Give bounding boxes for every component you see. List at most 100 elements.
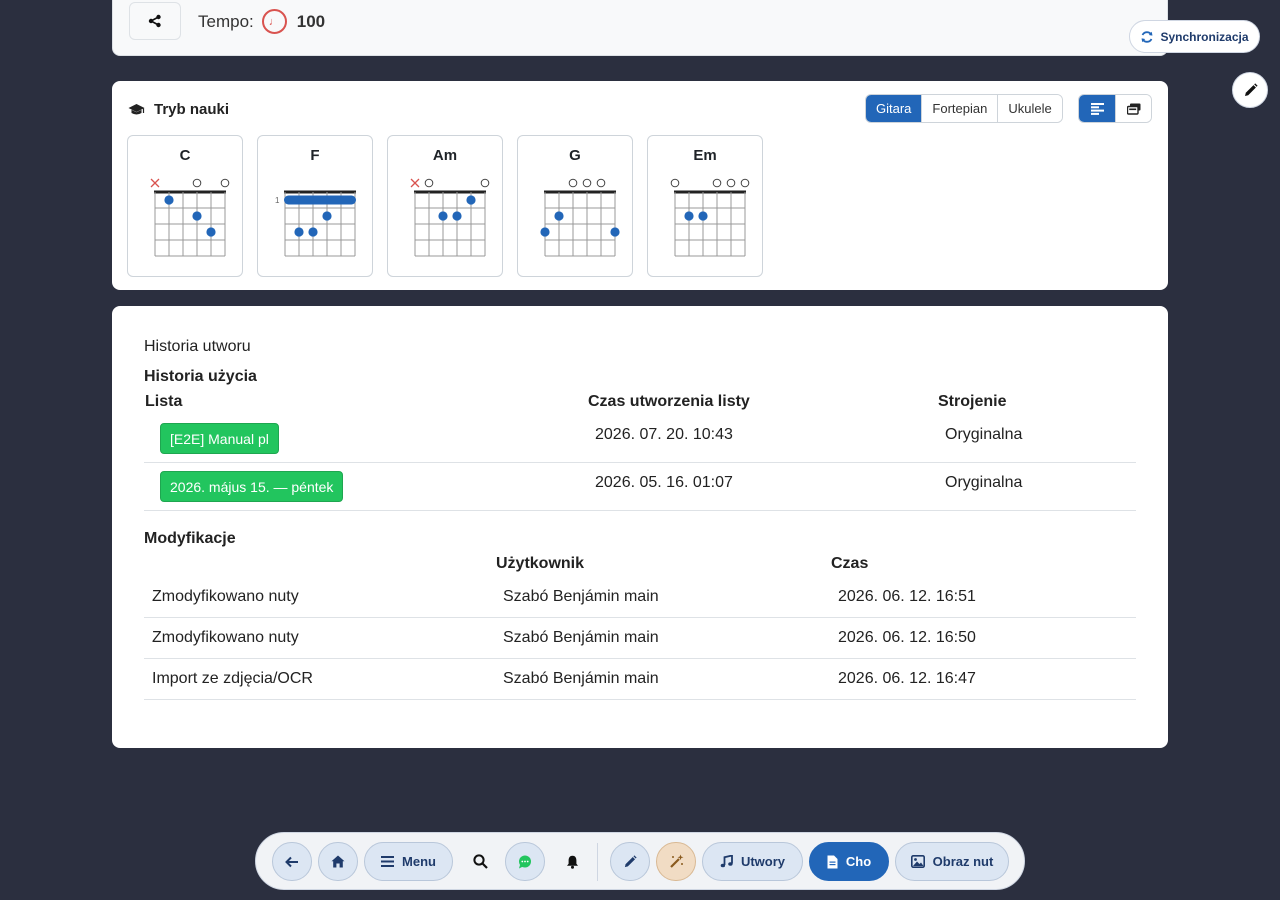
mod-time: 2026. 06. 12. 16:47 xyxy=(838,670,976,687)
chord-diagram: 1 xyxy=(275,190,356,257)
mod-time: 2026. 06. 12. 16:51 xyxy=(838,588,976,605)
chat-button[interactable] xyxy=(505,842,545,881)
tempo-display: Tempo: ♩ 100 xyxy=(198,9,325,34)
finger-dot xyxy=(206,227,216,237)
tab-guitar[interactable]: Gitara xyxy=(866,95,922,122)
learning-mode-card: Tryb nauki Gitara Fortepian Ukulele CF1A… xyxy=(112,81,1168,290)
setlist-badge[interactable]: 2026. május 15. — péntek xyxy=(160,471,344,502)
view-cards-button[interactable] xyxy=(1115,95,1151,122)
muted-string-marker xyxy=(150,178,160,188)
toolbar-divider xyxy=(597,843,598,881)
usage-time: 2026. 05. 16. 01:07 xyxy=(595,474,733,491)
songs-label: Utwory xyxy=(740,854,786,869)
open-string-marker xyxy=(726,178,736,188)
chord-card[interactable]: F1 xyxy=(257,135,373,277)
chord-diagram xyxy=(540,178,620,257)
setlist-badge[interactable]: [E2E] Manual pl xyxy=(160,423,279,454)
chord-name: Em xyxy=(693,147,717,164)
history-title: Historia utworu xyxy=(144,338,251,355)
bottom-toolbar: Menu Utwory Cho Obraz nut xyxy=(255,832,1025,890)
menu-label: Menu xyxy=(402,854,436,869)
search-icon xyxy=(472,854,488,869)
usage-tuning: Oryginalna xyxy=(945,474,1023,491)
usage-time: 2026. 07. 20. 10:43 xyxy=(595,426,733,443)
mod-action: Zmodyfikowano nuty xyxy=(152,588,299,605)
bell-icon xyxy=(566,855,578,869)
menu-button[interactable]: Menu xyxy=(364,842,453,881)
sync-label: Synchronizacja xyxy=(1160,29,1249,44)
open-string-marker xyxy=(568,178,578,188)
tempo-value: 100 xyxy=(296,11,326,31)
chord-card[interactable]: G xyxy=(517,135,633,277)
tempo-label: Tempo: xyxy=(198,11,254,31)
share-button[interactable] xyxy=(129,2,181,40)
tab-ukulele[interactable]: Ukulele xyxy=(997,95,1062,122)
finger-dot xyxy=(308,227,318,237)
chord-diagram xyxy=(670,178,750,257)
pencil-icon xyxy=(624,854,637,867)
finger-dot xyxy=(698,211,708,221)
finger-dot xyxy=(554,211,564,221)
open-string-marker xyxy=(712,178,722,188)
chord-diagram xyxy=(150,178,230,257)
song-history-card: Historia utworu Historia użycia Lista Cz… xyxy=(112,306,1168,748)
songs-button[interactable]: Utwory xyxy=(702,842,803,881)
home-icon xyxy=(331,855,345,868)
music-icon xyxy=(720,855,733,868)
open-string-marker xyxy=(480,178,490,188)
finger-dot xyxy=(540,227,550,237)
open-string-marker xyxy=(582,178,592,188)
magic-wand-icon xyxy=(669,854,683,868)
edit-fab-button[interactable] xyxy=(1232,72,1268,108)
open-string-marker xyxy=(424,178,434,188)
cho-button[interactable]: Cho xyxy=(809,842,889,881)
sync-button[interactable]: Synchronizacja xyxy=(1129,20,1260,53)
open-string-marker xyxy=(596,178,606,188)
finger-dot xyxy=(610,227,620,237)
edit-button[interactable] xyxy=(610,842,650,881)
view-list-button[interactable] xyxy=(1079,95,1115,122)
sync-icon xyxy=(1142,30,1153,43)
arrow-left-icon xyxy=(285,856,298,867)
usage-history-title: Historia użycia xyxy=(144,368,257,385)
mods-header-time: Czas xyxy=(831,555,869,572)
align-left-icon xyxy=(1090,102,1104,115)
barre-marker xyxy=(284,195,356,205)
chord-diagram xyxy=(410,178,490,257)
finger-dot xyxy=(192,211,202,221)
finger-dot xyxy=(164,195,174,205)
sheet-image-label: Obraz nut xyxy=(932,854,994,869)
notifications-button[interactable] xyxy=(554,842,590,881)
magic-wand-button[interactable] xyxy=(656,842,696,881)
metronome-icon[interactable]: ♩ xyxy=(261,9,287,34)
chord-name: G xyxy=(569,147,581,164)
open-string-marker xyxy=(192,178,202,188)
mod-user: Szabó Benjámin main xyxy=(503,670,659,687)
table-row: Zmodyfikowano nuty Szabó Benjámin main 2… xyxy=(144,618,1136,659)
home-button[interactable] xyxy=(318,842,358,881)
file-text-icon xyxy=(827,855,838,868)
usage-header-created: Czas utworzenia listy xyxy=(588,393,750,410)
finger-dot xyxy=(684,211,694,221)
finger-dot xyxy=(322,211,332,221)
mod-action: Zmodyfikowano nuty xyxy=(152,629,299,646)
usage-header-list: Lista xyxy=(145,393,183,410)
chord-card[interactable]: Em xyxy=(647,135,763,277)
usage-tuning: Oryginalna xyxy=(945,426,1023,443)
table-row: [E2E] Manual pl 2026. 07. 20. 10:43 Oryg… xyxy=(144,415,1136,463)
open-string-marker xyxy=(220,178,230,188)
bars-icon xyxy=(381,856,395,867)
image-icon xyxy=(910,855,925,868)
sheet-image-button[interactable]: Obraz nut xyxy=(895,842,1009,881)
chord-card[interactable]: Am xyxy=(387,135,503,277)
song-header-card: Tempo: ♩ 100 xyxy=(112,0,1168,56)
learning-mode-header: Tryb nauki xyxy=(128,101,229,118)
search-button[interactable] xyxy=(462,842,498,881)
muted-string-marker xyxy=(410,178,420,188)
cho-label: Cho xyxy=(845,854,872,869)
tab-piano[interactable]: Fortepian xyxy=(921,95,998,122)
finger-dot xyxy=(452,211,462,221)
back-button[interactable] xyxy=(272,842,312,881)
chord-card[interactable]: C xyxy=(127,135,243,277)
chord-name: F xyxy=(310,147,320,164)
